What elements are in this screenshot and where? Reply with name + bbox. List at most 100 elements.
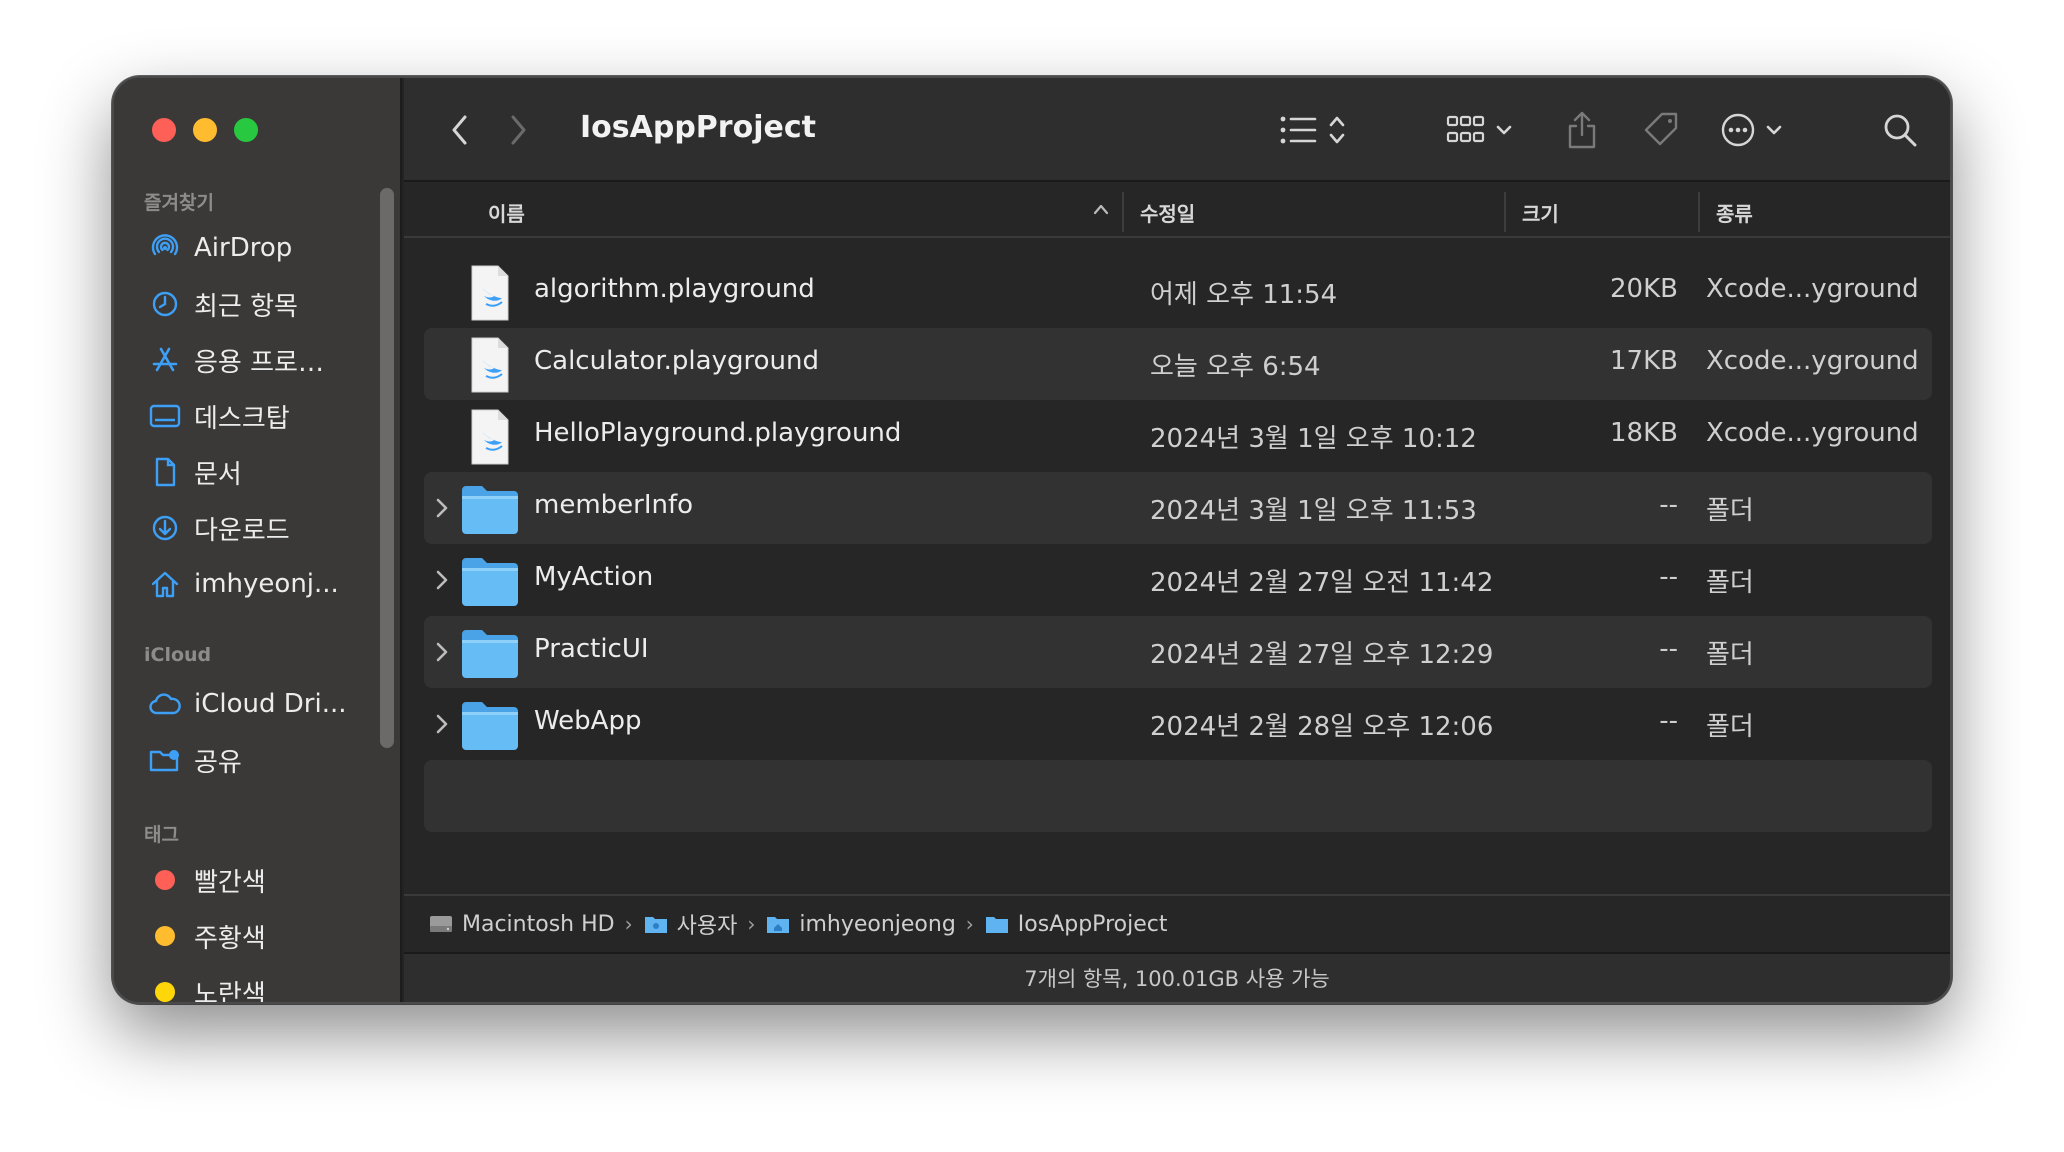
- folder-icon: [460, 552, 520, 610]
- path-item-macintosh-hd[interactable]: Macintosh HD: [428, 912, 615, 937]
- icloud-header: iCloud: [144, 644, 212, 666]
- table-row[interactable]: memberInfo 2024년 3월 1일 오후 11:53 -- 폴더: [424, 472, 1932, 544]
- yellow-tag-icon: [148, 975, 182, 1002]
- sidebar-item-shared[interactable]: 공유: [148, 738, 378, 782]
- tags-header: 태그: [144, 824, 179, 846]
- cloud-icon: [148, 687, 182, 721]
- file-kind: 폴더: [1706, 712, 1754, 742]
- path-bar: Macintosh HD › 사용자 › imhyeonjeong › IosA…: [404, 894, 1950, 952]
- table-row[interactable]: HelloPlayground.playground 2024년 3월 1일 오후…: [424, 400, 1932, 472]
- path-item-label: imhyeonjeong: [799, 911, 956, 937]
- file-kind: Xcode...yground: [1706, 274, 1919, 304]
- column-separator[interactable]: [1122, 192, 1124, 232]
- share-icon: [1568, 111, 1596, 149]
- file-date: 2024년 3월 1일 오후 10:12: [1150, 424, 1477, 454]
- column-name[interactable]: 이름: [488, 198, 525, 227]
- folder-icon: [460, 696, 520, 754]
- sidebar-tag-yellow[interactable]: 노란색: [148, 970, 378, 1004]
- file-size: --: [1659, 562, 1678, 592]
- disclosure-chevron-icon[interactable]: [432, 566, 452, 594]
- table-row[interactable]: WebApp 2024년 2월 28일 오후 12:06 -- 폴더: [424, 688, 1932, 760]
- file-date: 2024년 2월 27일 오전 11:42: [1150, 568, 1494, 598]
- sidebar-item-label: 빨간색: [194, 867, 266, 898]
- table-row[interactable]: MyAction 2024년 2월 27일 오전 11:42 -- 폴더: [424, 544, 1932, 616]
- sidebar-item-label: 최근 항목: [194, 291, 298, 322]
- disclosure-chevron-icon[interactable]: [432, 494, 452, 522]
- sidebar-item-recents[interactable]: 최근 항목: [148, 282, 378, 326]
- swift-playground-file-icon: [460, 336, 520, 394]
- column-kind[interactable]: 종류: [1716, 198, 1753, 227]
- minimize-window-button[interactable]: [193, 118, 217, 142]
- disclosure-chevron-icon[interactable]: [432, 638, 452, 666]
- file-name: MyAction: [534, 562, 654, 592]
- file-date: 오늘 오후 6:54: [1150, 352, 1321, 382]
- sidebar-item-label: 데스크탑: [194, 403, 290, 434]
- chevron-right-icon: [511, 115, 526, 145]
- sidebar-item-label: 문서: [194, 459, 242, 490]
- sidebar-item-icloud-drive[interactable]: iCloud Dri...: [148, 682, 378, 726]
- sidebar-item-airdrop[interactable]: AirDrop: [148, 226, 378, 270]
- more-actions-button[interactable]: [1720, 106, 1790, 154]
- swift-playground-file-icon: [460, 264, 520, 322]
- folder-icon: [460, 480, 520, 538]
- sidebar-item-label: 공유: [194, 747, 242, 778]
- back-button[interactable]: [440, 106, 480, 154]
- path-item-label: Macintosh HD: [462, 911, 615, 937]
- table-row[interactable]: algorithm.playground 어제 오후 11:54 20KB Xcode…: [424, 256, 1932, 328]
- file-date: 2024년 2월 28일 오후 12:06: [1150, 712, 1494, 742]
- file-kind: Xcode...yground: [1706, 418, 1919, 448]
- search-button[interactable]: [1880, 106, 1920, 154]
- sidebar-item-documents[interactable]: 문서: [148, 450, 378, 494]
- column-modified[interactable]: 수정일: [1140, 198, 1195, 227]
- sidebar-item-home[interactable]: imhyeonj...: [148, 562, 378, 606]
- desktop-icon: [148, 399, 182, 433]
- file-size: --: [1659, 634, 1678, 664]
- sidebar-scrollbar[interactable]: [380, 188, 394, 748]
- path-item-label: 사용자: [676, 914, 738, 939]
- file-size: --: [1659, 490, 1678, 520]
- sidebar-tag-orange[interactable]: 주황색: [148, 914, 378, 958]
- list-view-icon: [1280, 116, 1345, 144]
- favorites-header: 즐겨찾기: [144, 192, 214, 214]
- sort-ascending-icon: [1093, 204, 1109, 215]
- home-icon: [148, 567, 182, 601]
- orange-tag-icon: [148, 919, 182, 953]
- shared-folder-icon: [148, 743, 182, 777]
- table-row[interactable]: Calculator.playground 오늘 오후 6:54 17KB Xcode…: [424, 328, 1932, 400]
- group-button[interactable]: [1444, 106, 1520, 154]
- window-title: IosAppProject: [580, 110, 816, 145]
- column-separator[interactable]: [1504, 192, 1506, 232]
- tag-button[interactable]: [1640, 106, 1684, 154]
- file-name: algorithm.playground: [534, 274, 815, 304]
- sidebar-tag-red[interactable]: 빨간색: [148, 858, 378, 902]
- applications-icon: [148, 343, 182, 377]
- view-list-button[interactable]: [1274, 106, 1354, 154]
- column-separator[interactable]: [1698, 192, 1700, 232]
- sidebar: 즐겨찾기 AirDrop 최근 항목 응용 프로… 데스크탑 문서 다운로드 i…: [114, 78, 402, 1002]
- path-item-current[interactable]: IosAppProject: [984, 912, 1167, 937]
- table-row[interactable]: PracticUI 2024년 2월 27일 오후 12:29 -- 폴더: [424, 616, 1932, 688]
- path-separator-icon: ›: [624, 912, 633, 936]
- finder-window: 즐겨찾기 AirDrop 최근 항목 응용 프로… 데스크탑 문서 다운로드 i…: [112, 76, 1952, 1004]
- sidebar-item-label: 노란색: [194, 979, 266, 1004]
- sidebar-item-applications[interactable]: 응용 프로…: [148, 338, 378, 382]
- disclosure-chevron-icon[interactable]: [432, 710, 452, 738]
- path-item-users[interactable]: 사용자: [643, 908, 738, 940]
- sidebar-item-desktop[interactable]: 데스크탑: [148, 394, 378, 438]
- file-name: memberInfo: [534, 490, 694, 520]
- folder-icon: [644, 917, 667, 933]
- path-item-home[interactable]: imhyeonjeong: [765, 911, 956, 937]
- document-icon: [148, 455, 182, 489]
- column-size[interactable]: 크기: [1522, 198, 1559, 227]
- forward-button[interactable]: [498, 106, 538, 154]
- toolbar: IosAppProject: [404, 78, 1950, 182]
- file-date: 2024년 2월 27일 오후 12:29: [1150, 640, 1494, 670]
- file-size: --: [1659, 706, 1678, 736]
- share-button[interactable]: [1562, 106, 1602, 154]
- zoom-window-button[interactable]: [234, 118, 258, 142]
- path-separator-icon: ›: [747, 912, 756, 936]
- file-size: 20KB: [1610, 274, 1678, 304]
- sidebar-item-downloads[interactable]: 다운로드: [148, 506, 378, 550]
- close-window-button[interactable]: [152, 118, 176, 142]
- chevron-left-icon: [452, 115, 467, 145]
